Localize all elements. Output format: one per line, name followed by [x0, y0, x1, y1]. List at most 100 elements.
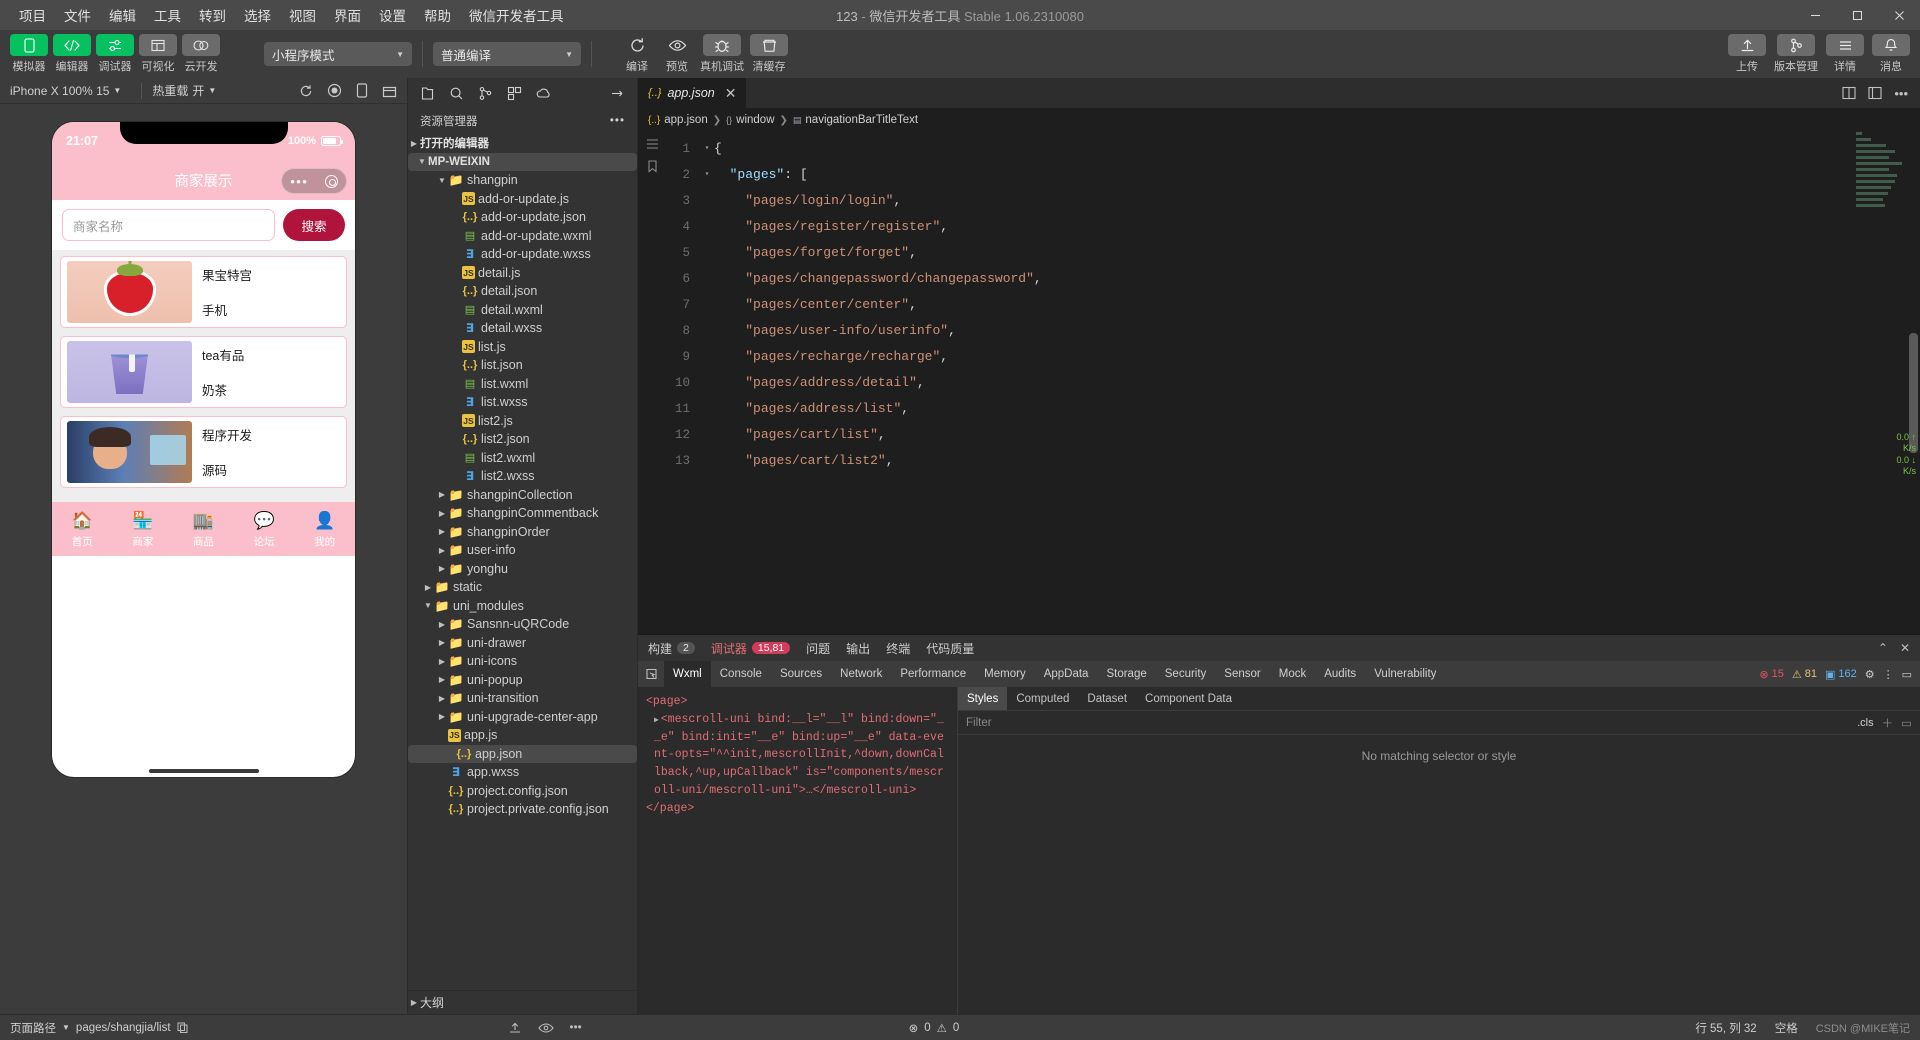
tab-mine[interactable]: 👤 我的 [294, 509, 355, 549]
menu-item-settings[interactable]: 设置 [370, 1, 415, 29]
outline-toggle-icon[interactable] [646, 138, 659, 150]
chevron-down-icon[interactable]: ▼ [422, 601, 434, 610]
chevron-right-icon[interactable]: ▶ [436, 638, 448, 647]
style-tab-computed[interactable]: Computed [1007, 687, 1078, 710]
devtools-tab-mock[interactable]: Mock [1270, 661, 1315, 687]
clear-cache-button[interactable]: 清缓存 [750, 34, 788, 74]
status-more-icon[interactable]: ••• [570, 1022, 582, 1034]
devtools-tab-memory[interactable]: Memory [975, 661, 1035, 687]
tree-item-uni-transition[interactable]: ▶ 📁 uni-transition [408, 689, 637, 708]
tree-item-shangpin[interactable]: ▼ 📁 shangpin [408, 171, 637, 190]
code-line[interactable]: 8 "pages/user-info/userinfo", [666, 318, 1920, 344]
chevron-right-icon[interactable]: ▶ [436, 657, 448, 666]
source-control-icon[interactable] [478, 86, 493, 101]
compile-button[interactable]: 编译 [620, 34, 654, 74]
toolbar-button-editor[interactable]: 编辑器 [53, 34, 91, 74]
toolbar-button-visual[interactable]: 可视化 [139, 34, 177, 74]
tree-item-add-or-update-js[interactable]: ▶JSadd-or-update.js [408, 190, 637, 209]
more-actions-icon[interactable] [610, 87, 625, 100]
extensions-icon[interactable] [507, 86, 522, 101]
indent-setting[interactable]: 空格 [1775, 1020, 1798, 1036]
menu-item-view[interactable]: 视图 [280, 1, 325, 29]
tree-item-app-json[interactable]: ▶{..}app.json [408, 744, 637, 763]
tree-item-list-js[interactable]: ▶JSlist.js [408, 338, 637, 357]
wechat-capsule[interactable]: ••• [281, 168, 347, 194]
hotreload-select[interactable]: 热重载 开 ▼ [152, 82, 226, 99]
version-control-button[interactable]: 版本管理 [1774, 34, 1818, 74]
devtools-tab-appdata[interactable]: AppData [1035, 661, 1098, 687]
refresh-simulator-icon[interactable] [299, 84, 313, 98]
toolbar-button-debugger[interactable]: 调试器 [96, 34, 134, 74]
upload-status-icon[interactable] [508, 1021, 522, 1034]
toolbar-button-simulator[interactable]: 模拟器 [10, 34, 48, 74]
editor-tab-app-json[interactable]: {..} app.json ✕ [638, 78, 747, 108]
tree-item-project-private-config-json[interactable]: ▶{..}project.private.config.json [408, 800, 637, 819]
tree-item-app-wxss[interactable]: ▶∃app.wxss [408, 763, 637, 782]
code-line[interactable]: 13 "pages/cart/list2", [666, 448, 1920, 474]
mode-select[interactable]: 小程序模式 ▼ [264, 42, 412, 66]
code-line[interactable]: 1 ▾{ [666, 136, 1920, 162]
tree-item-add-or-update-json[interactable]: ▶{..}add-or-update.json [408, 208, 637, 227]
style-tab-dataset[interactable]: Dataset [1078, 687, 1136, 710]
copy-path-icon[interactable] [177, 1022, 188, 1033]
style-filter-input[interactable]: Filter [966, 717, 992, 729]
problems-segment[interactable]: ⊗ 0 ⚠ 0 [909, 1021, 960, 1035]
close-devtools-icon[interactable]: ✕ [1900, 641, 1910, 655]
tab-goods[interactable]: 🏬 商品 [173, 509, 234, 549]
breadcrumb-item-file[interactable]: {..} app.json [648, 114, 708, 126]
tree-item-list-json[interactable]: ▶{..}list.json [408, 356, 637, 375]
add-style-rule-icon[interactable]: ＋ [1882, 715, 1894, 731]
outline-section[interactable]: ▶ 大纲 [408, 990, 637, 1014]
menu-item-help[interactable]: 帮助 [415, 1, 460, 29]
devtools-tab-output[interactable]: 输出 [846, 640, 870, 657]
tree-item-uni-icons[interactable]: ▶ 📁 uni-icons [408, 652, 637, 671]
warning-counter[interactable]: ⚠ 81 [1792, 668, 1817, 681]
code-line[interactable]: 12 "pages/cart/list", [666, 422, 1920, 448]
tree-item-detail-wxml[interactable]: ▶▤detail.wxml [408, 301, 637, 320]
devtools-settings-icon[interactable]: ⚙ [1865, 668, 1875, 681]
style-tab-component-data[interactable]: Component Data [1136, 687, 1241, 710]
menu-item-file[interactable]: 文件 [55, 1, 100, 29]
devtools-tab-problems[interactable]: 问题 [806, 640, 830, 657]
chevron-right-icon[interactable]: ▶ [436, 509, 448, 518]
code-line[interactable]: 11 "pages/address/list", [666, 396, 1920, 422]
compile-select[interactable]: 普通编译 ▼ [433, 42, 581, 66]
chevron-right-icon[interactable]: ▶ [436, 675, 448, 684]
upload-button[interactable]: 上传 [1728, 34, 1766, 74]
tree-item-project-config-json[interactable]: ▶{..}project.config.json [408, 782, 637, 801]
menu-item-goto[interactable]: 转到 [190, 1, 235, 29]
inspect-element-icon[interactable] [638, 661, 664, 687]
tab-merchant[interactable]: 🏪 商家 [113, 509, 174, 549]
tree-item-sansnn-uqrcode[interactable]: ▶ 📁 Sansnn-uQRCode [408, 615, 637, 634]
devtools-tab-sources[interactable]: Sources [771, 661, 831, 687]
tree-item-detail-wxss[interactable]: ▶∃detail.wxss [408, 319, 637, 338]
tree-item-list-wxss[interactable]: ▶∃list.wxss [408, 393, 637, 412]
error-counter[interactable]: ⊗ 15 [1759, 668, 1783, 681]
devtools-tab-network[interactable]: Network [831, 661, 891, 687]
devtools-tab-wxml[interactable]: Wxml [664, 661, 711, 687]
devtools-dock-icon[interactable]: ▭ [1902, 668, 1912, 681]
chevron-right-icon[interactable]: ▶ [436, 527, 448, 536]
tree-item-uni-popup[interactable]: ▶ 📁 uni-popup [408, 671, 637, 690]
code-line[interactable]: 9 "pages/recharge/recharge", [666, 344, 1920, 370]
page-path-segment[interactable]: 页面路径 ▼ pages/shangjia/list [10, 1020, 188, 1036]
rotate-simulator-icon[interactable] [356, 83, 368, 98]
tree-item-list-wxml[interactable]: ▶▤list.wxml [408, 375, 637, 394]
chevron-right-icon[interactable]: ▶ [436, 490, 448, 499]
tree-item-add-or-update-wxml[interactable]: ▶▤add-or-update.wxml [408, 227, 637, 246]
devtools-tab-terminal[interactable]: 终端 [886, 640, 910, 657]
project-root-section[interactable]: ▼ MP-WEIXIN [408, 152, 637, 171]
devtools-tab-quality[interactable]: 代码质量 [926, 640, 974, 657]
chevron-right-icon[interactable]: ▶ [436, 564, 448, 573]
fold-icon[interactable]: ▾ [700, 136, 714, 162]
maximize-icon[interactable] [1836, 0, 1878, 30]
list-item[interactable]: 果宝特宫 手机 [60, 256, 347, 328]
details-button[interactable]: 详情 [1826, 34, 1864, 74]
tree-item-static[interactable]: ▶ 📁 static [408, 578, 637, 597]
cursor-position[interactable]: 行 55, 列 32 [1695, 1020, 1756, 1036]
devtools-tab-performance[interactable]: Performance [891, 661, 975, 687]
list-item[interactable]: 程序开发 源码 [60, 416, 347, 488]
wxml-line[interactable]: ▶ <mescroll-uni bind:__l="__l" bind:down=… [646, 711, 949, 800]
tree-item-yonghu[interactable]: ▶ 📁 yonghu [408, 560, 637, 579]
tab-forum[interactable]: 💬 论坛 [234, 509, 295, 549]
